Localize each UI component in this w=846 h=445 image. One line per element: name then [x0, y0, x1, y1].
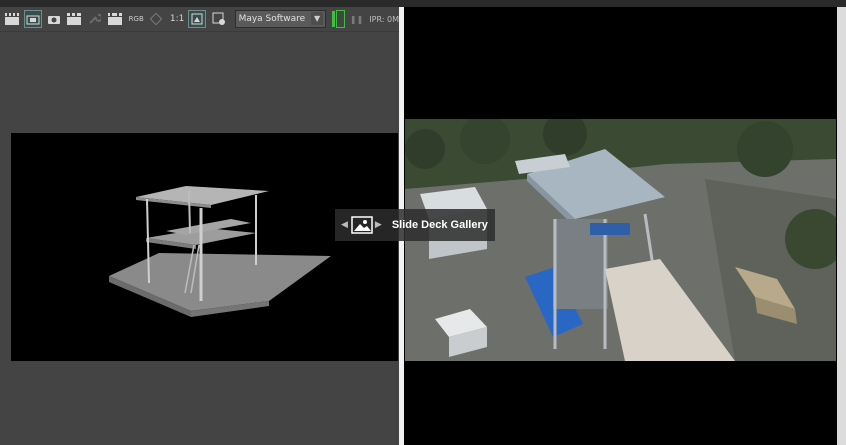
clapper-settings-icon[interactable] — [107, 11, 123, 27]
ipr-icon[interactable] — [335, 10, 345, 28]
image-icon — [351, 216, 373, 234]
renderer-dropdown[interactable]: Maya Software ▼ — [234, 10, 327, 28]
render-view-toolbar: RGB 1:1 Maya Software ▼ ❚❚ IPR: 0M — [0, 7, 399, 32]
channel-rgb-label[interactable]: RGB — [129, 15, 144, 23]
gallery-title: Slide Deck Gallery — [391, 219, 488, 231]
slide-deck-gallery-overlay[interactable]: ◀ ▶ Slide Deck Gallery — [335, 209, 495, 241]
clapper-region-icon[interactable] — [24, 10, 43, 28]
alpha-icon[interactable] — [148, 11, 164, 27]
clapper-icon[interactable] — [4, 11, 20, 27]
chevron-right-icon[interactable]: ▶ — [375, 220, 382, 230]
render-status-area — [0, 363, 399, 445]
real-size-label[interactable]: 1:1 — [170, 14, 184, 24]
clapper-keep-icon[interactable] — [66, 11, 82, 27]
settings-icon[interactable] — [210, 11, 226, 27]
pause-icon[interactable]: ❚❚ — [350, 15, 363, 24]
scene-render — [109, 186, 331, 317]
top-strip — [0, 0, 846, 7]
wrench-icon[interactable] — [86, 11, 102, 27]
ipr-indicator — [332, 11, 335, 27]
renderer-value: Maya Software — [238, 14, 306, 24]
right-edge-border — [837, 7, 846, 445]
ipr-memory-label: IPR: 0M — [369, 14, 400, 24]
chevron-down-icon: ▼ — [311, 12, 324, 25]
chevron-left-icon[interactable]: ◀ — [341, 220, 348, 230]
render-image — [11, 133, 398, 361]
camera-icon[interactable] — [46, 11, 62, 27]
display-icon[interactable] — [188, 10, 207, 28]
